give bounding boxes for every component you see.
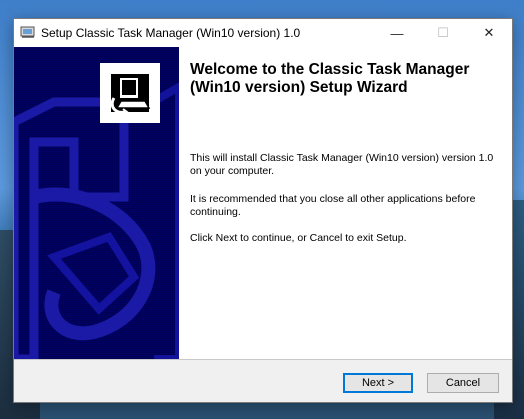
install-info-text: This will install Classic Task Manager (… [190, 152, 494, 177]
minimize-button[interactable]: — [374, 19, 420, 47]
title-bar[interactable]: Setup Classic Task Manager (Win10 versio… [14, 19, 512, 47]
cancel-button[interactable]: Cancel [427, 373, 499, 393]
wizard-heading: Welcome to the Classic Task Manager (Win… [190, 61, 470, 96]
wizard-side-panel [14, 47, 179, 359]
close-button[interactable]: ✕ [466, 19, 512, 47]
continue-instructions-text: Click Next to continue, or Cancel to exi… [190, 232, 407, 244]
window-title: Setup Classic Task Manager (Win10 versio… [41, 26, 301, 40]
wizard-content: Welcome to the Classic Task Manager (Win… [14, 47, 512, 359]
maximize-button[interactable]: ☐ [420, 19, 466, 47]
setup-wizard-window: Setup Classic Task Manager (Win10 versio… [13, 18, 513, 403]
close-apps-recommendation-text: It is recommended that you close all oth… [190, 193, 476, 218]
footer-divider [14, 359, 512, 360]
next-button[interactable]: Next > [343, 373, 413, 393]
setup-installer-icon [20, 25, 36, 39]
computer-installer-icon [100, 63, 160, 123]
